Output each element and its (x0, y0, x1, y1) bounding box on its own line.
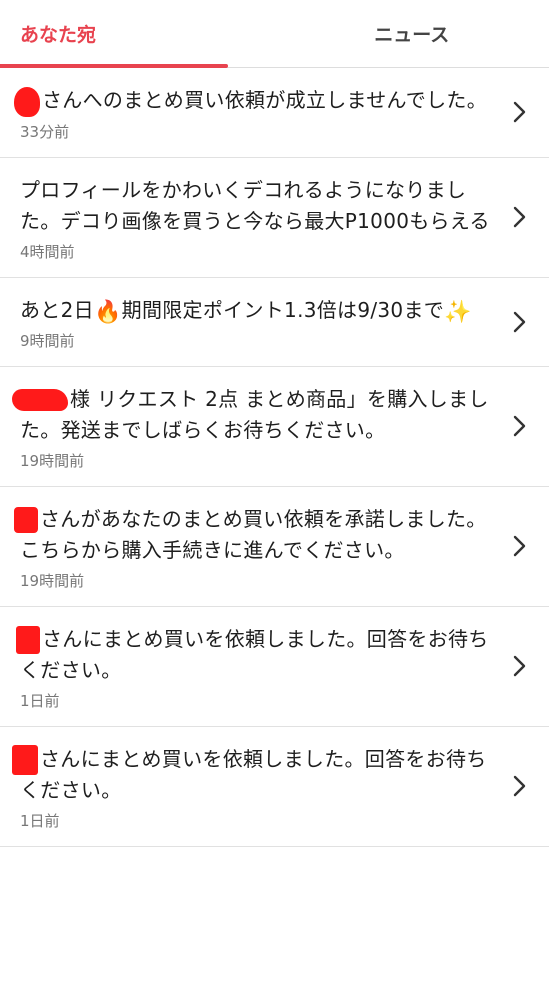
chevron-right-icon (513, 415, 526, 437)
notification-item[interactable]: さんへのまとめ買い依頼が成立しませんでした。 33分前 (0, 68, 549, 158)
notification-item[interactable]: 様 リクエスト 2点 まとめ商品」を購入しました。発送までしばらくお待ちください… (0, 367, 549, 487)
tab-bar: あなた宛 ニュース (0, 0, 549, 68)
notification-text: さんにまとめ買いを依頼しました。回答をお待ちください。 (12, 744, 491, 807)
notification-text: 様 リクエスト 2点 まとめ商品」を購入しました。発送までしばらくお待ちください… (12, 384, 491, 446)
chevron-right-icon (513, 535, 526, 557)
notification-time: 33分前 (20, 122, 70, 141)
redacted-username (14, 507, 38, 533)
chevron-right-icon (513, 102, 526, 123)
notification-time: 19時間前 (20, 571, 85, 590)
notification-item[interactable]: あと2日🔥期間限定ポイント1.3倍は9/30まで✨ 9時間前 (0, 278, 549, 367)
notification-time: 1日前 (20, 691, 60, 710)
tab-news[interactable]: ニュース (275, 0, 549, 67)
notification-time: 9時間前 (20, 331, 75, 350)
redacted-username (14, 86, 40, 117)
sparkles-icon: ✨ (444, 299, 472, 325)
chevron-right-icon (513, 776, 526, 797)
redacted-username (12, 745, 38, 775)
tab-you[interactable]: あなた宛 (0, 0, 275, 67)
notification-text: さんにまとめ買いを依頼しました。回答をお待ちください。 (16, 624, 491, 686)
notification-time: 4時間前 (20, 242, 75, 261)
tab-news-label: ニュース (374, 24, 450, 46)
notification-text: さんへのまとめ買い依頼が成立しませんでした。 (14, 85, 491, 117)
notification-text: あと2日🔥期間限定ポイント1.3倍は9/30まで✨ (20, 297, 472, 325)
tab-you-label: あなた宛 (20, 24, 97, 46)
notification-time: 1日前 (20, 812, 60, 830)
redacted-username (12, 389, 68, 411)
notification-item[interactable]: さんがあなたのまとめ買い依頼を承諾しました。こちらから購入手続きに進んでください… (0, 487, 549, 607)
redacted-username (16, 626, 40, 654)
notification-time: 19時間前 (20, 451, 85, 470)
notification-text: さんがあなたのまとめ買い依頼を承諾しました。こちらから購入手続きに進んでください… (14, 504, 491, 566)
notification-list: さんへのまとめ買い依頼が成立しませんでした。 33分前 プロフィールをかわいくデ… (0, 68, 549, 847)
chevron-right-icon (513, 655, 526, 677)
chevron-right-icon (513, 206, 526, 228)
notification-text: プロフィールをかわいくデコれるようになりました。デコり画像を買うと今なら最大P1… (20, 177, 490, 233)
fire-icon: 🔥 (93, 299, 122, 325)
notification-item[interactable]: さんにまとめ買いを依頼しました。回答をお待ちください。 1日前 (0, 607, 549, 727)
notification-item[interactable]: プロフィールをかわいくデコれるようになりました。デコり画像を買うと今なら最大P1… (0, 158, 549, 278)
notification-item[interactable]: さんにまとめ買いを依頼しました。回答をお待ちください。 1日前 (0, 727, 549, 847)
chevron-right-icon (513, 311, 526, 332)
